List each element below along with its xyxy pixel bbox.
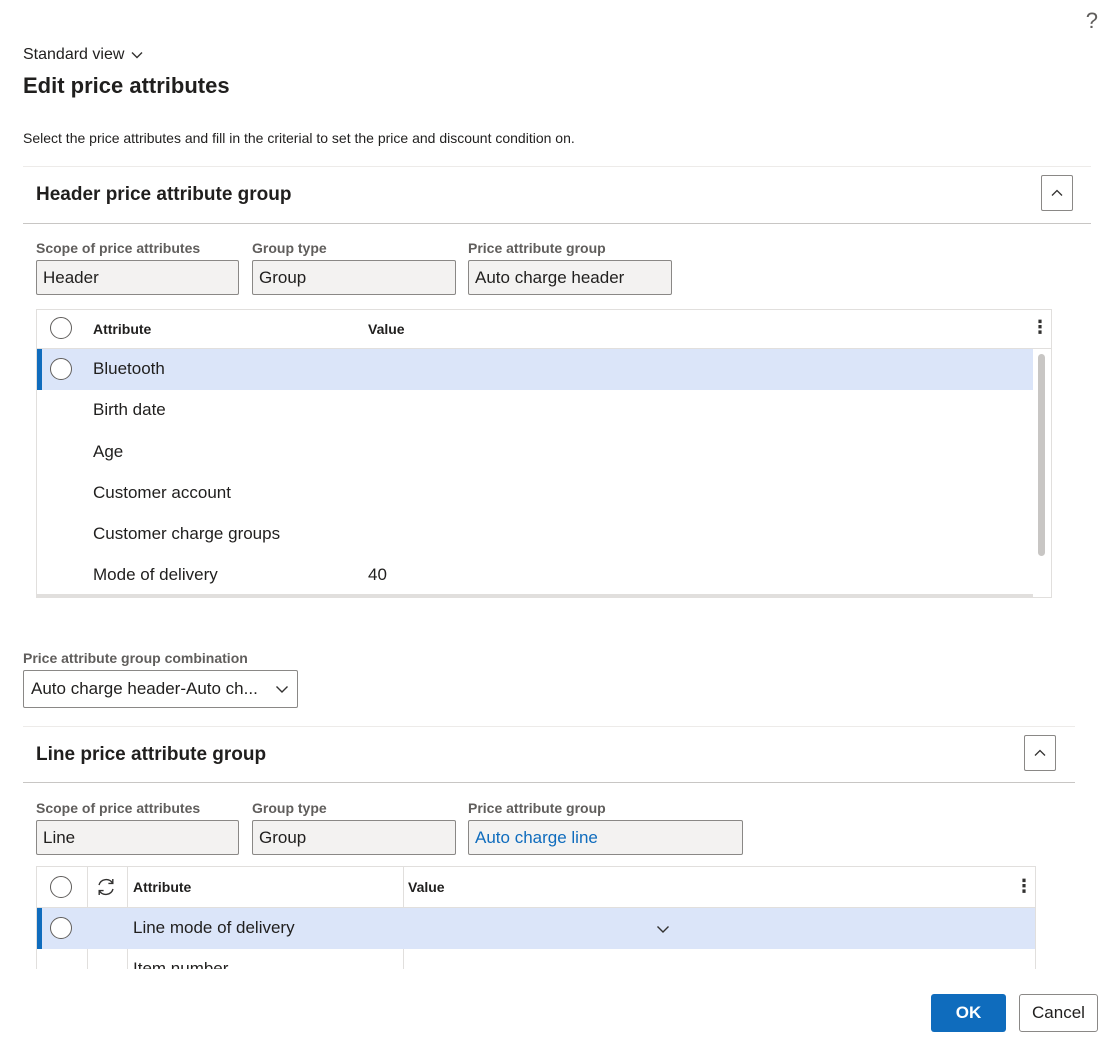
- select-all-radio[interactable]: [50, 876, 72, 898]
- attribute-cell: Birth date: [93, 400, 166, 419]
- line-group-type-label: Group type: [252, 800, 327, 816]
- combination-label: Price attribute group combination: [23, 650, 248, 666]
- column-header-attribute[interactable]: Attribute: [133, 879, 191, 895]
- horizontal-scrollbar[interactable]: [37, 594, 1033, 597]
- line-section-title: Line price attribute group: [36, 744, 267, 765]
- section-separator: [23, 782, 1075, 783]
- attribute-cell: Age: [93, 442, 124, 461]
- chevron-down-icon: [657, 926, 669, 933]
- section-divider: [23, 726, 1075, 727]
- header-scope-field[interactable]: Header: [36, 260, 239, 295]
- header-section-title: Header price attribute group: [36, 184, 292, 205]
- table-row[interactable]: Age: [37, 432, 1033, 473]
- grid-options-icon[interactable]: ⋮: [1031, 317, 1049, 338]
- combination-dropdown[interactable]: Auto charge header-Auto ch...: [23, 670, 298, 708]
- help-icon[interactable]: ?: [1086, 8, 1098, 34]
- attribute-cell: Bluetooth: [93, 359, 165, 378]
- row-selected-indicator: [37, 908, 42, 949]
- attribute-cell: Customer account: [93, 483, 231, 502]
- line-attributes-grid: Attribute Value ⋮ Line mode of delivery …: [36, 866, 1036, 969]
- grid-options-icon[interactable]: ⋮: [1015, 876, 1033, 897]
- row-select-radio[interactable]: [50, 917, 72, 939]
- page-description: Select the price attributes and fill in …: [23, 130, 575, 146]
- ok-button[interactable]: OK: [931, 994, 1006, 1032]
- line-scope-field[interactable]: Line: [36, 820, 239, 855]
- table-row[interactable]: Item number: [37, 949, 1035, 969]
- header-scope-label: Scope of price attributes: [36, 240, 201, 256]
- value-cell[interactable]: 40: [368, 565, 387, 585]
- combination-value: Auto charge header-Auto ch...: [31, 679, 258, 698]
- table-row[interactable]: Mode of delivery 40: [37, 555, 1033, 596]
- attribute-cell: Mode of delivery: [93, 565, 218, 584]
- section-separator: [23, 223, 1091, 224]
- header-price-group-field[interactable]: Auto charge header: [468, 260, 672, 295]
- row-select-radio[interactable]: [50, 358, 72, 380]
- vertical-scrollbar[interactable]: [1038, 354, 1045, 556]
- table-row[interactable]: Bluetooth: [37, 349, 1033, 390]
- view-selector[interactable]: Standard view: [23, 46, 144, 64]
- section-divider: [23, 166, 1091, 167]
- chevron-down-icon: [276, 686, 288, 693]
- grid-header: Attribute Value ⋮: [37, 310, 1051, 349]
- table-row[interactable]: Customer charge groups: [37, 514, 1033, 555]
- attribute-cell: Customer charge groups: [93, 524, 281, 543]
- line-price-group-label: Price attribute group: [468, 800, 606, 816]
- row-selected-indicator: [37, 349, 42, 390]
- attribute-cell: Item number: [133, 959, 229, 969]
- header-group-type-label: Group type: [252, 240, 327, 256]
- header-price-group-label: Price attribute group: [468, 240, 606, 256]
- view-selector-label: Standard view: [23, 46, 125, 63]
- page-title: Edit price attributes: [23, 73, 230, 98]
- header-group-type-field[interactable]: Group: [252, 260, 456, 295]
- column-header-value[interactable]: Value: [368, 321, 405, 337]
- table-row[interactable]: Customer account: [37, 473, 1033, 514]
- chevron-down-icon: [131, 52, 143, 59]
- table-row[interactable]: Line mode of delivery: [37, 908, 1035, 949]
- value-dropdown[interactable]: [403, 908, 678, 949]
- table-row[interactable]: Birth date: [37, 390, 1033, 431]
- select-all-radio[interactable]: [50, 317, 72, 339]
- line-group-type-field[interactable]: Group: [252, 820, 456, 855]
- cancel-button[interactable]: Cancel: [1019, 994, 1098, 1032]
- line-section-collapse-button[interactable]: [1024, 735, 1056, 771]
- column-header-value[interactable]: Value: [408, 879, 445, 895]
- header-section-collapse-button[interactable]: [1041, 175, 1073, 211]
- chevron-up-icon: [1051, 189, 1063, 196]
- line-scope-label: Scope of price attributes: [36, 800, 201, 816]
- chevron-up-icon: [1034, 749, 1046, 756]
- column-header-attribute[interactable]: Attribute: [93, 321, 151, 337]
- refresh-icon[interactable]: [95, 876, 117, 898]
- header-attributes-grid: Attribute Value ⋮ Bluetooth Birth date A…: [36, 309, 1052, 598]
- line-price-group-link[interactable]: Auto charge line: [468, 820, 743, 855]
- grid-header: Attribute Value ⋮: [37, 867, 1035, 908]
- attribute-cell: Line mode of delivery: [133, 918, 295, 937]
